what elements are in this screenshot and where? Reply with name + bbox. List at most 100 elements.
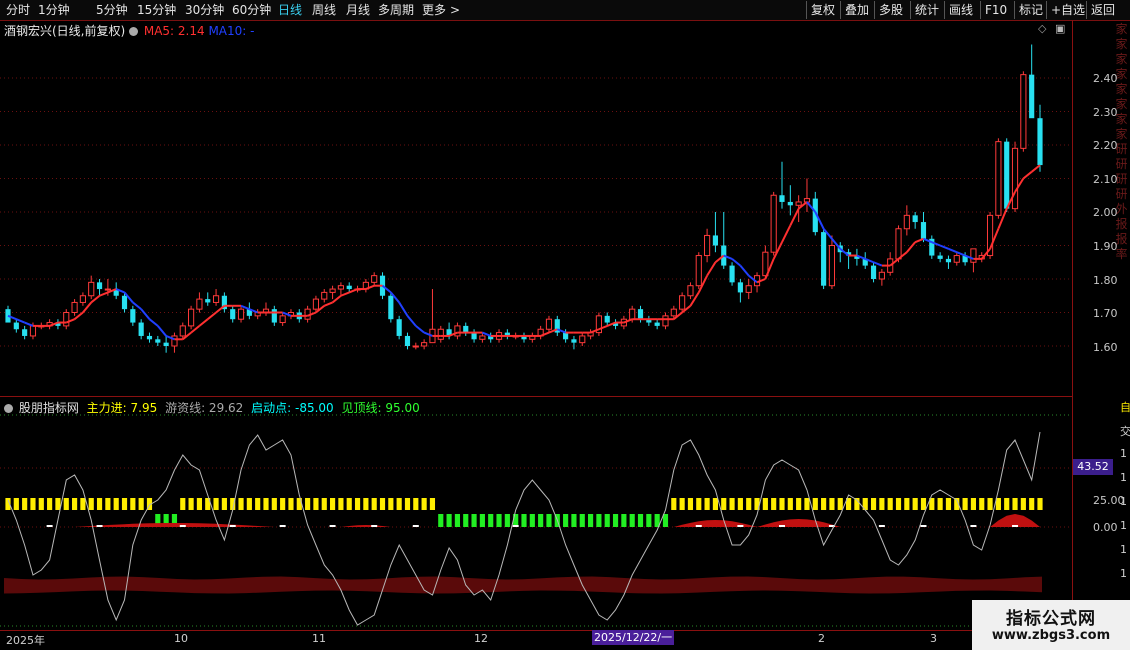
price-tick: 2.00 [1093,206,1118,219]
ma5-segment [781,224,792,243]
candle-body-down [96,282,103,290]
chart-canvas[interactable] [0,20,1072,632]
signal-bar [22,498,28,510]
candle-body-down [13,322,19,330]
signal-bar [121,498,128,510]
candle-body-up [454,325,461,337]
candle-body-up [479,335,486,340]
price-tick: 1.70 [1093,307,1118,320]
zero-marker [371,525,378,527]
ma5-segment [207,311,217,320]
signal-bar [1037,498,1043,510]
signal-bar [746,498,752,510]
signal-bar [737,498,743,510]
signal-bar [354,498,361,510]
signal-bar [637,514,644,527]
period-tab-daily[interactable]: 日线 [278,2,302,18]
base-band-area [4,576,1042,594]
strip-char: 研 [1115,157,1128,171]
period-tab-fenshi[interactable]: 分时 [6,2,30,18]
period-tab-more[interactable]: 更多 [422,2,446,18]
add-watchlist-button[interactable]: +自选 [1046,1,1089,19]
zero-marker [96,525,103,527]
candle-body-up [329,288,336,293]
signal-bar [629,514,635,527]
main-force-area [340,525,391,527]
price-tick: 2.10 [1093,173,1118,186]
candle-body-down [937,255,943,259]
candle-body-up [545,318,553,330]
candle-body-down [920,222,927,239]
overlay-button[interactable]: 叠加 [840,1,873,19]
back-button[interactable]: 返回 [1086,1,1119,19]
candle-body-up [704,234,711,257]
signal-bar [538,514,544,527]
zero-marker [970,525,977,527]
candle-body-up [71,301,78,314]
f10-button[interactable]: F10 [980,1,1011,19]
period-tab-15min[interactable]: 15分钟 [137,2,176,18]
panel-toggle-icon[interactable]: ▣ [1055,22,1065,35]
signal-bar [338,498,344,510]
settings-circle-icon[interactable] [129,27,139,36]
ma5-segment [731,258,742,267]
indicator-title-bar: 股朋指标网 主力进: 7.95 游资线: 29.62 启动点: -85.00 见… [4,399,420,416]
period-tab-30min[interactable]: 30分钟 [185,2,224,18]
period-tab-1min[interactable]: 1分钟 [38,2,70,18]
candle-body-down [637,309,644,320]
statistics-button[interactable]: 统计 [910,1,943,19]
signal-bar [546,514,552,527]
signal-bar [305,498,311,510]
signal-bar [138,498,144,510]
multi-stock-button[interactable]: 多股 [874,1,907,19]
fuquan-button[interactable]: 复权 [806,1,839,19]
ma5-segment [148,318,159,327]
period-tab-weekly[interactable]: 周线 [312,2,336,18]
signal-bar [404,498,411,510]
candle-body-up [745,285,752,293]
signal-bar [471,514,477,527]
signal-bar [1004,498,1010,510]
indicator-name[interactable]: 股朋指标网 [19,401,79,415]
candle-body-up [212,295,220,303]
signal-bar [529,514,535,527]
strip-char: 家 [1115,52,1128,66]
signal-bar [962,498,968,510]
candle-body-up [63,312,70,327]
signal-bar [288,498,294,510]
mark-button[interactable]: 标记 [1014,1,1047,19]
ma5-segment [82,301,92,314]
signal-bar [30,498,36,510]
zero-marker [179,525,186,527]
ma5-segment [90,294,101,304]
period-tab-5min[interactable]: 5分钟 [96,2,128,18]
signal-bar [63,498,69,510]
period-tab-60min[interactable]: 60分钟 [232,2,271,18]
stock-title[interactable]: 酒钢宏兴(日线,前复权) [4,24,125,38]
signal-bar [429,498,436,510]
draw-line-button[interactable]: 画线 [944,1,977,19]
period-tab-monthly[interactable]: 月线 [346,2,370,18]
indicator-tick: 0.00 [1093,521,1118,534]
signal-bar [396,498,402,510]
signal-bar [88,498,94,510]
signal-bar [721,498,727,510]
candle-body-down [654,322,660,326]
period-tab-multi[interactable]: 多周期 [378,2,414,18]
indicator-menu-icon[interactable] [4,404,13,413]
signal-bar [887,498,893,510]
candle-body-down [729,265,735,283]
chevron-right-icon[interactable]: > [450,2,460,18]
ma5-segment [706,261,717,277]
diamond-icon[interactable]: ◇ [1038,22,1046,35]
candle-body-up [371,275,378,283]
signal-bar [920,498,927,510]
candle-body-up [88,281,95,297]
candle-body-up [421,342,428,347]
zero-marker [412,525,419,527]
main-force-area [74,523,275,527]
ma5-segment [323,301,333,307]
signal-bar [105,498,111,510]
signal-bar [1020,498,1026,510]
zero-marker [695,525,702,527]
